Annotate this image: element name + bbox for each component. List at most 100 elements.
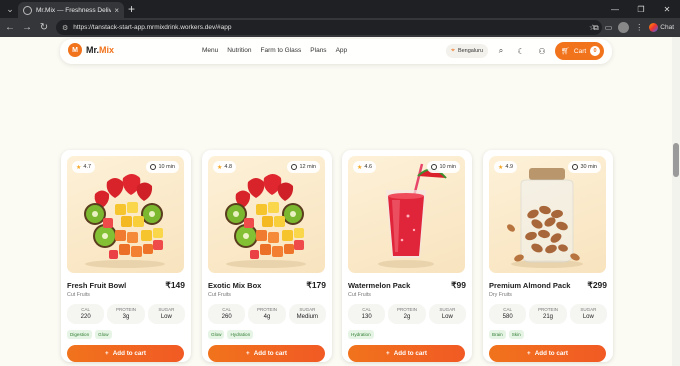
star-icon: ★ <box>357 164 363 171</box>
nav-nutrition[interactable]: Nutrition <box>227 47 251 54</box>
nav-plans[interactable]: Plans <box>310 47 326 54</box>
add-to-cart-button[interactable]: + Add to cart <box>489 345 606 362</box>
benefit-tags: Hydration <box>348 330 466 339</box>
time-badge: 12 min <box>287 161 320 173</box>
product-price: ₹99 <box>451 280 466 290</box>
window-controls: — ❐ ✕ <box>602 0 680 18</box>
clock-icon <box>291 164 298 170</box>
location-pin-icon: ⌖ <box>451 47 455 54</box>
chat-button[interactable]: Chat <box>649 23 674 32</box>
browser-toolbar: ← → ↻ ⚙ https://tanstack-start-app.mrmix… <box>0 18 680 37</box>
benefit-tags: Digestion Glow <box>67 330 185 339</box>
product-card: ★ 4.9 30 min Premium Almond Pack ₹299 Dry… <box>483 150 613 362</box>
product-name: Premium Almond Pack <box>489 281 571 290</box>
tab-title: Mr.Mix — Freshness Delivered Da <box>36 6 112 14</box>
reload-icon[interactable]: ↻ <box>37 21 51 35</box>
stat-protein: PROTEIN 4g <box>248 304 286 324</box>
product-card: ★ 4.6 10 min Watermelon Pack ₹99 Cut Frui… <box>342 150 472 362</box>
stat-protein: PROTEIN 21g <box>529 304 567 324</box>
stat-sugar: SUGAR Low <box>569 304 607 324</box>
brand-accent: Mix <box>99 45 115 55</box>
address-bar[interactable]: ⚙ https://tanstack-start-app.mrmixdrink.… <box>56 20 602 35</box>
menu-dots-icon[interactable]: ⋮ <box>635 23 643 32</box>
nav-farm-to-glass[interactable]: Farm to Glass <box>260 47 301 54</box>
nav-menu[interactable]: Menu <box>202 47 218 54</box>
stat-sugar: SUGAR Medium <box>288 304 326 324</box>
cart-count-badge: 0 <box>590 46 600 56</box>
product-image[interactable]: ★ 4.9 30 min <box>489 156 606 273</box>
plus-icon: + <box>527 350 531 357</box>
rating-badge: ★ 4.7 <box>72 161 96 173</box>
site-info-icon[interactable]: ⚙ <box>62 24 68 32</box>
star-icon: ★ <box>217 164 223 171</box>
add-to-cart-button[interactable]: + Add to cart <box>208 345 325 362</box>
page-scrollbar[interactable] <box>672 37 680 366</box>
product-price: ₹179 <box>306 280 326 290</box>
new-tab-icon[interactable]: + <box>128 2 135 16</box>
clock-icon <box>150 164 157 170</box>
location-selector[interactable]: ⌖ Bengaluru <box>446 44 489 58</box>
maximize-icon[interactable]: ❐ <box>628 0 654 18</box>
benefit-tag: Digestion <box>67 330 93 339</box>
profile-avatar[interactable] <box>618 22 630 33</box>
benefit-tag: Glow <box>95 330 112 339</box>
gemini-icon <box>649 23 659 32</box>
stat-cal: CAL 130 <box>348 304 386 324</box>
rating-badge: ★ 4.9 <box>494 161 518 173</box>
page-viewport: Banana Peanut Protein Shake ₹179 Gym Smo… <box>0 37 680 366</box>
rating-badge: ★ 4.6 <box>353 161 377 173</box>
rating-badge: ★ 4.8 <box>213 161 237 173</box>
forward-icon[interactable]: → <box>20 21 34 35</box>
window-close-icon[interactable]: ✕ <box>654 0 680 18</box>
benefit-tags: Glow Hydration <box>208 330 326 339</box>
benefit-tag: Skin <box>508 330 524 339</box>
downloads-icon[interactable]: ▭ <box>605 23 613 32</box>
back-icon[interactable]: ← <box>3 21 17 35</box>
tab-search-icon[interactable]: ⌄ <box>3 2 17 16</box>
location-label: Bengaluru <box>457 48 484 54</box>
time-badge: 10 min <box>427 161 460 173</box>
user-icon[interactable]: ⚇ <box>536 45 548 57</box>
brand-name: Mr. <box>86 45 100 55</box>
benefit-tag: Hydration <box>227 330 254 339</box>
clock-icon <box>431 164 438 170</box>
benefit-tag: Hydration <box>348 330 374 339</box>
product-image[interactable]: ★ 4.7 10 min <box>67 156 184 273</box>
scrollbar-thumb[interactable] <box>673 143 679 177</box>
product-card: ★ 4.7 10 min Fresh Fruit Bowl ₹149 Cut Fr… <box>61 150 191 362</box>
plus-icon: + <box>105 350 109 357</box>
product-category: Cut Fruits <box>67 292 90 298</box>
minimize-icon[interactable]: — <box>602 0 628 18</box>
benefit-tag: Brain <box>489 330 506 339</box>
nav-app[interactable]: App <box>336 47 348 54</box>
stat-cal: CAL 260 <box>208 304 246 324</box>
globe-icon <box>23 5 32 15</box>
product-image[interactable]: ★ 4.6 10 min <box>348 156 465 273</box>
add-to-cart-button[interactable]: + Add to cart <box>348 345 465 362</box>
theme-toggle-icon[interactable]: ☾ <box>515 45 527 57</box>
site-header: M Mr.Mix Menu Nutrition Farm to Glass Pl… <box>60 39 612 64</box>
close-icon[interactable]: × <box>114 6 119 15</box>
product-name: Watermelon Pack <box>348 281 411 290</box>
benefit-tags: Brain Skin <box>489 330 607 339</box>
brand-logo[interactable]: M Mr.Mix <box>68 43 114 57</box>
product-name: Fresh Fruit Bowl <box>67 281 127 290</box>
extensions-icon[interactable]: ⧉ <box>593 23 599 33</box>
benefit-tag: Glow <box>208 330 225 339</box>
product-price: ₹299 <box>587 280 607 290</box>
add-to-cart-button[interactable]: + Add to cart <box>67 345 184 362</box>
plus-icon: + <box>386 350 390 357</box>
product-name: Exotic Mix Box <box>208 281 262 290</box>
url-text: https://tanstack-start-app.mrmixdrink.wo… <box>73 24 232 31</box>
toolbar-right: ⧉ ▭ ⋮ Chat <box>593 20 674 35</box>
product-image[interactable]: ★ 4.8 12 min <box>208 156 325 273</box>
stat-protein: PROTEIN 2g <box>388 304 426 324</box>
product-category: Dry Fruits <box>489 292 512 298</box>
cart-button[interactable]: 🛒︎ Cart 0 <box>555 42 604 60</box>
product-category: Cut Fruits <box>208 292 231 298</box>
search-icon[interactable]: ⌕ <box>495 45 507 57</box>
stat-cal: CAL 220 <box>67 304 105 324</box>
stat-sugar: SUGAR Low <box>147 304 185 324</box>
product-price: ₹149 <box>165 280 185 290</box>
browser-tab[interactable]: Mr.Mix — Freshness Delivered Da × <box>18 2 124 18</box>
